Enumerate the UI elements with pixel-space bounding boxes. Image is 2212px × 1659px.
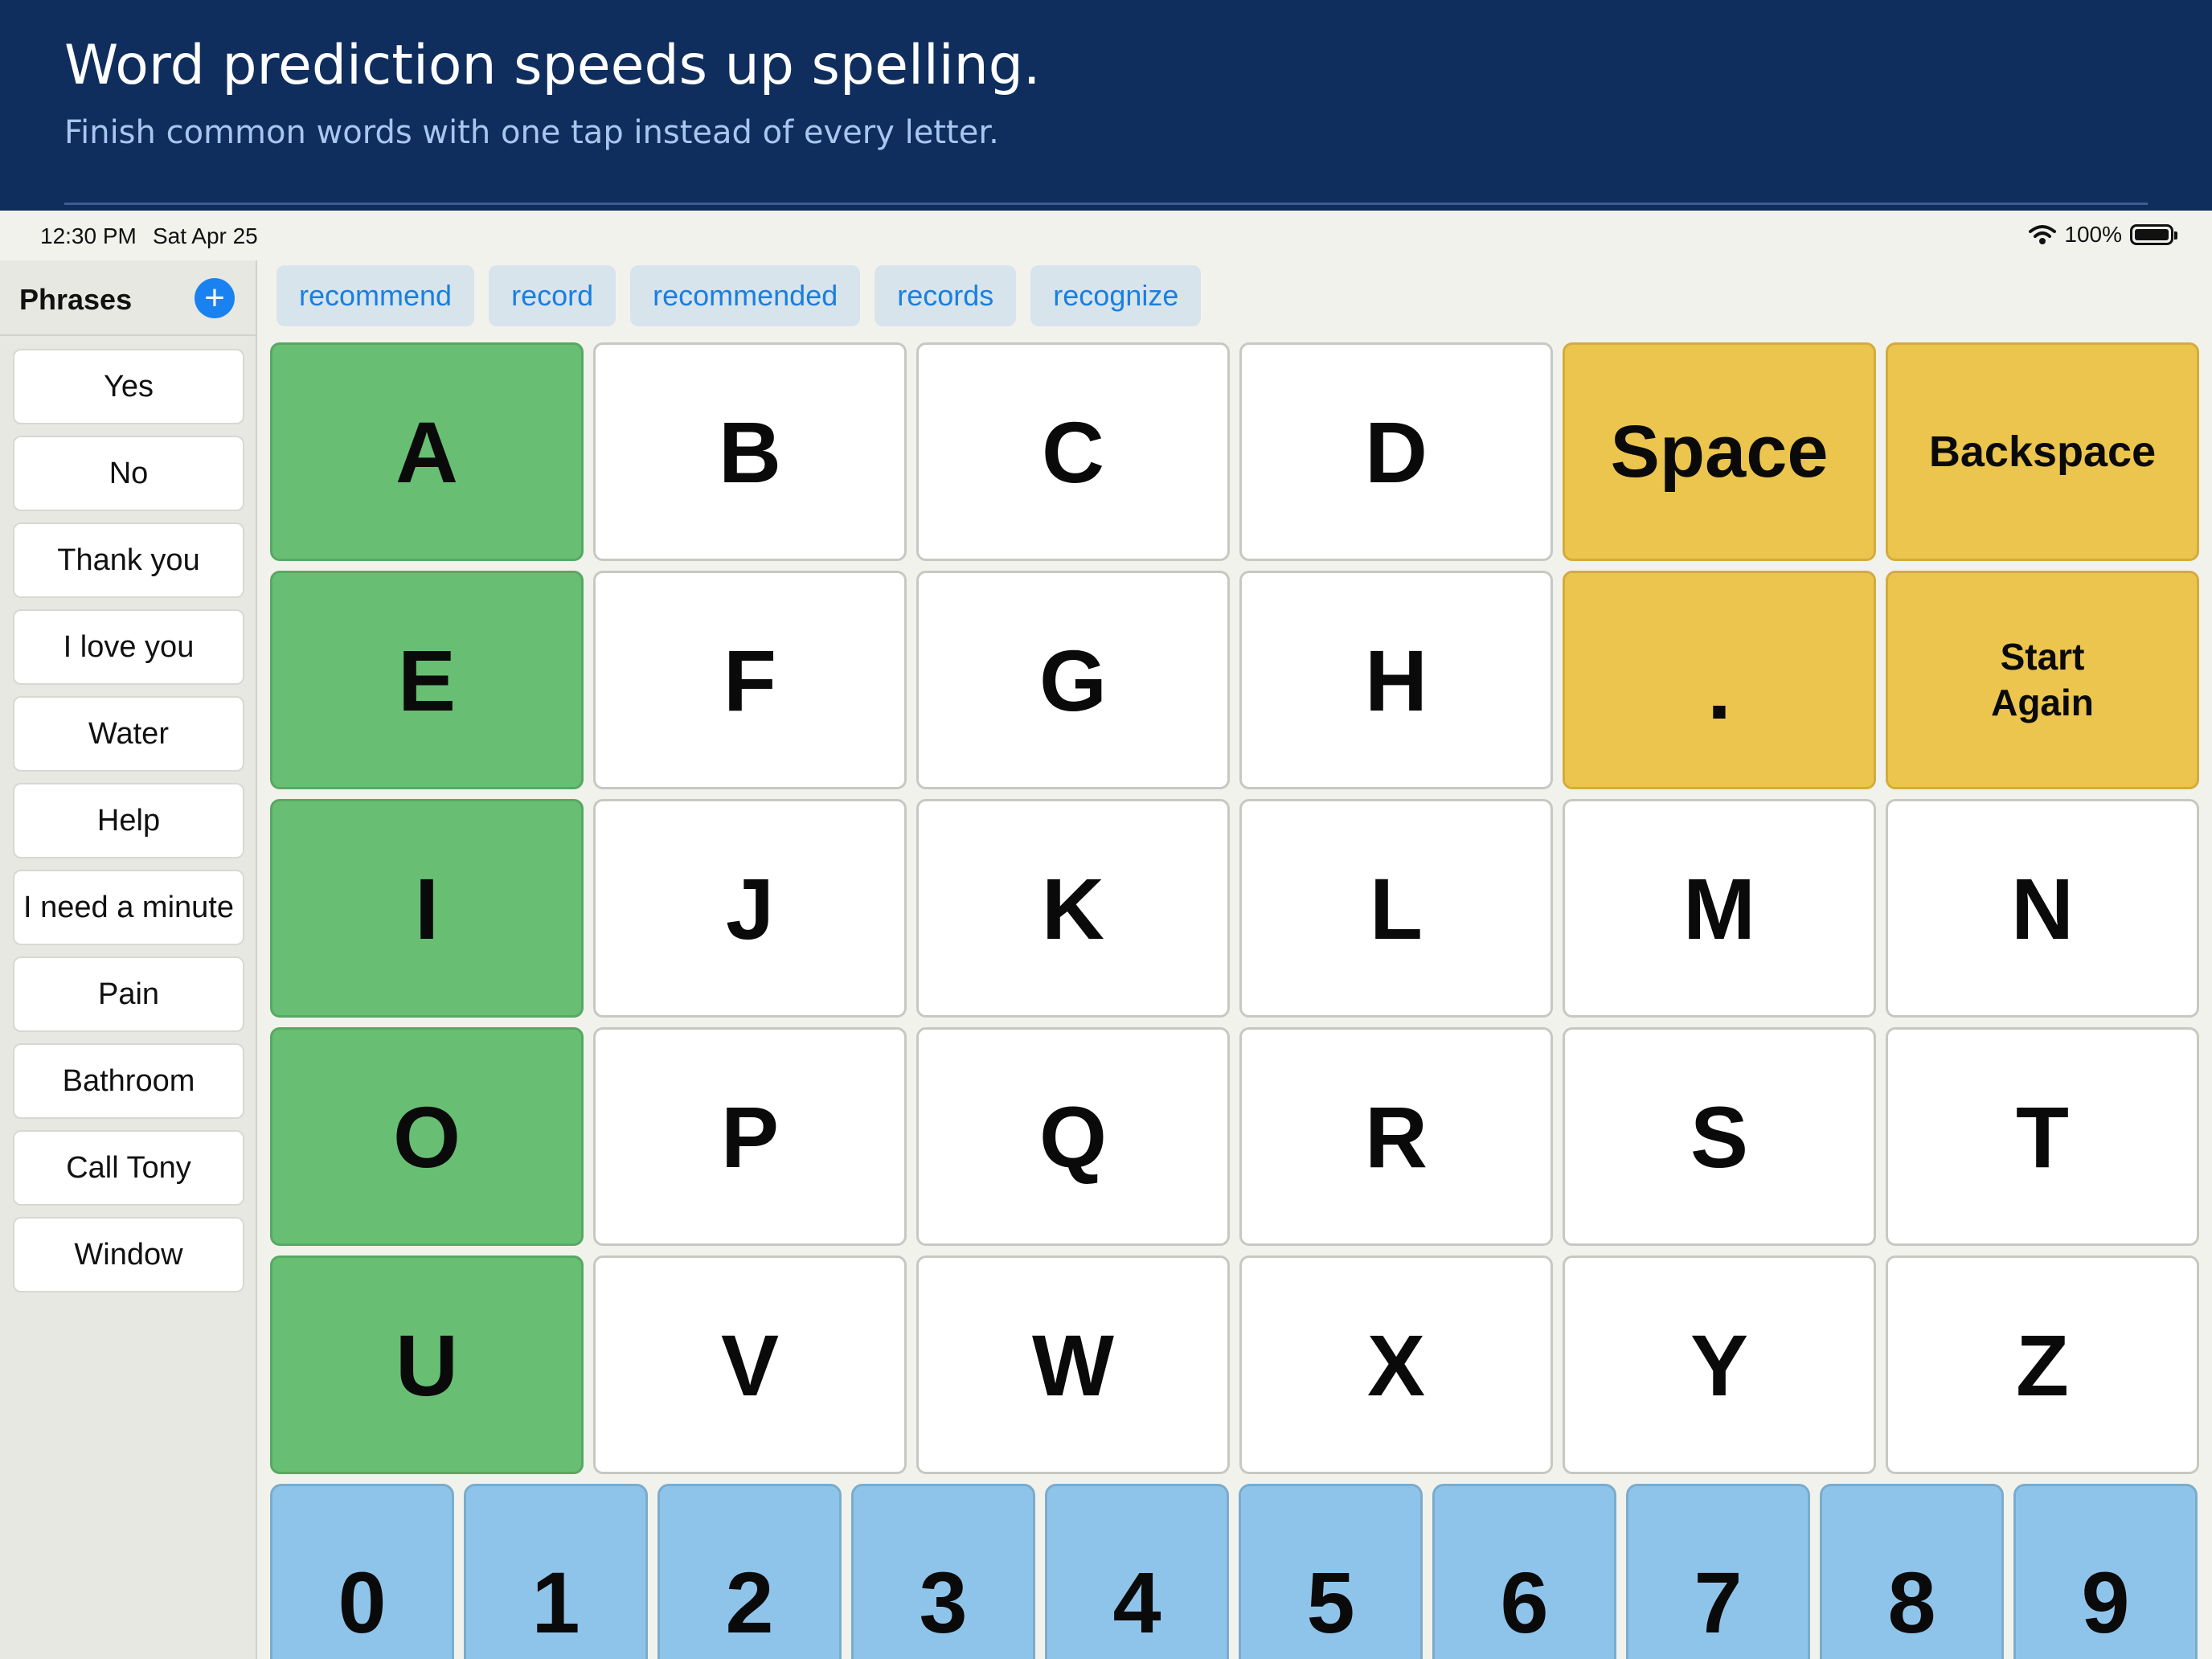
battery-icon — [2130, 224, 2177, 245]
key-c[interactable]: C — [916, 342, 1230, 561]
status-time: 12:30 PM — [40, 223, 137, 248]
tutorial-banner: Word prediction speeds up spelling. Fini… — [0, 0, 2212, 211]
key-8[interactable]: 8 — [1820, 1484, 2004, 1659]
phrase-item-yes[interactable]: Yes — [13, 349, 244, 424]
key-7[interactable]: 7 — [1626, 1484, 1810, 1659]
space-key[interactable]: Space — [1563, 342, 1876, 561]
key-t[interactable]: T — [1886, 1027, 2199, 1246]
letter-keyboard: A B C D Space Backspace E F G H . Start … — [270, 342, 2201, 1484]
key-g[interactable]: G — [916, 571, 1230, 789]
key-p[interactable]: P — [593, 1027, 907, 1246]
key-5[interactable]: 5 — [1239, 1484, 1423, 1659]
phrase-item-i-love-you[interactable]: I love you — [13, 609, 244, 685]
key-r[interactable]: R — [1239, 1027, 1553, 1246]
phrase-item-pain[interactable]: Pain — [13, 956, 244, 1032]
key-row: E F G H . Start Again — [270, 571, 2201, 789]
key-3[interactable]: 3 — [851, 1484, 1035, 1659]
key-x[interactable]: X — [1239, 1256, 1553, 1474]
key-m[interactable]: M — [1563, 799, 1876, 1018]
key-a[interactable]: A — [270, 342, 584, 561]
key-b[interactable]: B — [593, 342, 907, 561]
phrase-item-bathroom[interactable]: Bathroom — [13, 1043, 244, 1119]
phrase-item-thank-you[interactable]: Thank you — [13, 522, 244, 598]
key-u[interactable]: U — [270, 1256, 584, 1474]
key-e[interactable]: E — [270, 571, 584, 789]
key-i[interactable]: I — [270, 799, 584, 1018]
sidebar-header: Phrases + — [0, 260, 256, 336]
key-s[interactable]: S — [1563, 1027, 1876, 1246]
status-bar: 12:30 PM Sat Apr 25 100% — [0, 211, 2212, 260]
key-l[interactable]: L — [1239, 799, 1553, 1018]
key-y[interactable]: Y — [1563, 1256, 1876, 1474]
key-9[interactable]: 9 — [2013, 1484, 2198, 1659]
start-again-key[interactable]: Start Again — [1886, 571, 2199, 789]
key-z[interactable]: Z — [1886, 1256, 2199, 1474]
status-indicators: 100% — [2029, 222, 2177, 248]
phrase-item-water[interactable]: Water — [13, 696, 244, 772]
phrase-item-no[interactable]: No — [13, 436, 244, 511]
key-d[interactable]: D — [1239, 342, 1553, 561]
phrase-list: Yes No Thank you I love you Water Help I… — [13, 349, 244, 1304]
phrase-item-call-tony[interactable]: Call Tony — [13, 1130, 244, 1206]
key-4[interactable]: 4 — [1045, 1484, 1229, 1659]
key-f[interactable]: F — [593, 571, 907, 789]
key-j[interactable]: J — [593, 799, 907, 1018]
key-row: A B C D Space Backspace — [270, 342, 2201, 561]
key-h[interactable]: H — [1239, 571, 1553, 789]
word-predictions: recommend record recommended records rec… — [276, 265, 1202, 326]
key-k[interactable]: K — [916, 799, 1230, 1018]
key-0[interactable]: 0 — [270, 1484, 454, 1659]
prediction-recognize[interactable]: recognize — [1030, 265, 1202, 326]
key-q[interactable]: Q — [916, 1027, 1230, 1246]
key-6[interactable]: 6 — [1432, 1484, 1616, 1659]
number-row: 0 1 2 3 4 5 6 7 8 9 — [270, 1484, 2198, 1659]
key-row: U V W X Y Z — [270, 1256, 2201, 1474]
backspace-key[interactable]: Backspace — [1886, 342, 2199, 561]
phrases-sidebar: Phrases + Yes No Thank you I love you Wa… — [0, 260, 257, 1659]
key-1[interactable]: 1 — [464, 1484, 648, 1659]
phrase-item-i-need-a-minute[interactable]: I need a minute — [13, 870, 244, 945]
prediction-recommend[interactable]: recommend — [276, 265, 475, 326]
key-w[interactable]: W — [916, 1256, 1230, 1474]
key-v[interactable]: V — [593, 1256, 907, 1474]
key-row: O P Q R S T — [270, 1027, 2201, 1246]
banner-divider — [64, 203, 2148, 205]
add-phrase-button[interactable]: + — [195, 278, 235, 318]
status-date: Sat Apr 25 — [153, 223, 258, 248]
prediction-recommended[interactable]: recommended — [630, 265, 861, 326]
plus-icon: + — [204, 278, 225, 317]
phrase-item-window[interactable]: Window — [13, 1217, 244, 1292]
battery-percent: 100% — [2064, 222, 2122, 247]
prediction-records[interactable]: records — [875, 265, 1017, 326]
banner-subtitle: Finish common words with one tap instead… — [64, 114, 999, 151]
sidebar-title: Phrases — [19, 283, 133, 316]
banner-title: Word prediction speeds up spelling. — [64, 34, 1041, 97]
key-2[interactable]: 2 — [657, 1484, 842, 1659]
prediction-record[interactable]: record — [489, 265, 616, 326]
phrase-item-help[interactable]: Help — [13, 783, 244, 858]
key-o[interactable]: O — [270, 1027, 584, 1246]
key-n[interactable]: N — [1886, 799, 2199, 1018]
period-key[interactable]: . — [1563, 571, 1876, 789]
key-row: I J K L M N — [270, 799, 2201, 1018]
wifi-icon — [2029, 225, 2057, 244]
